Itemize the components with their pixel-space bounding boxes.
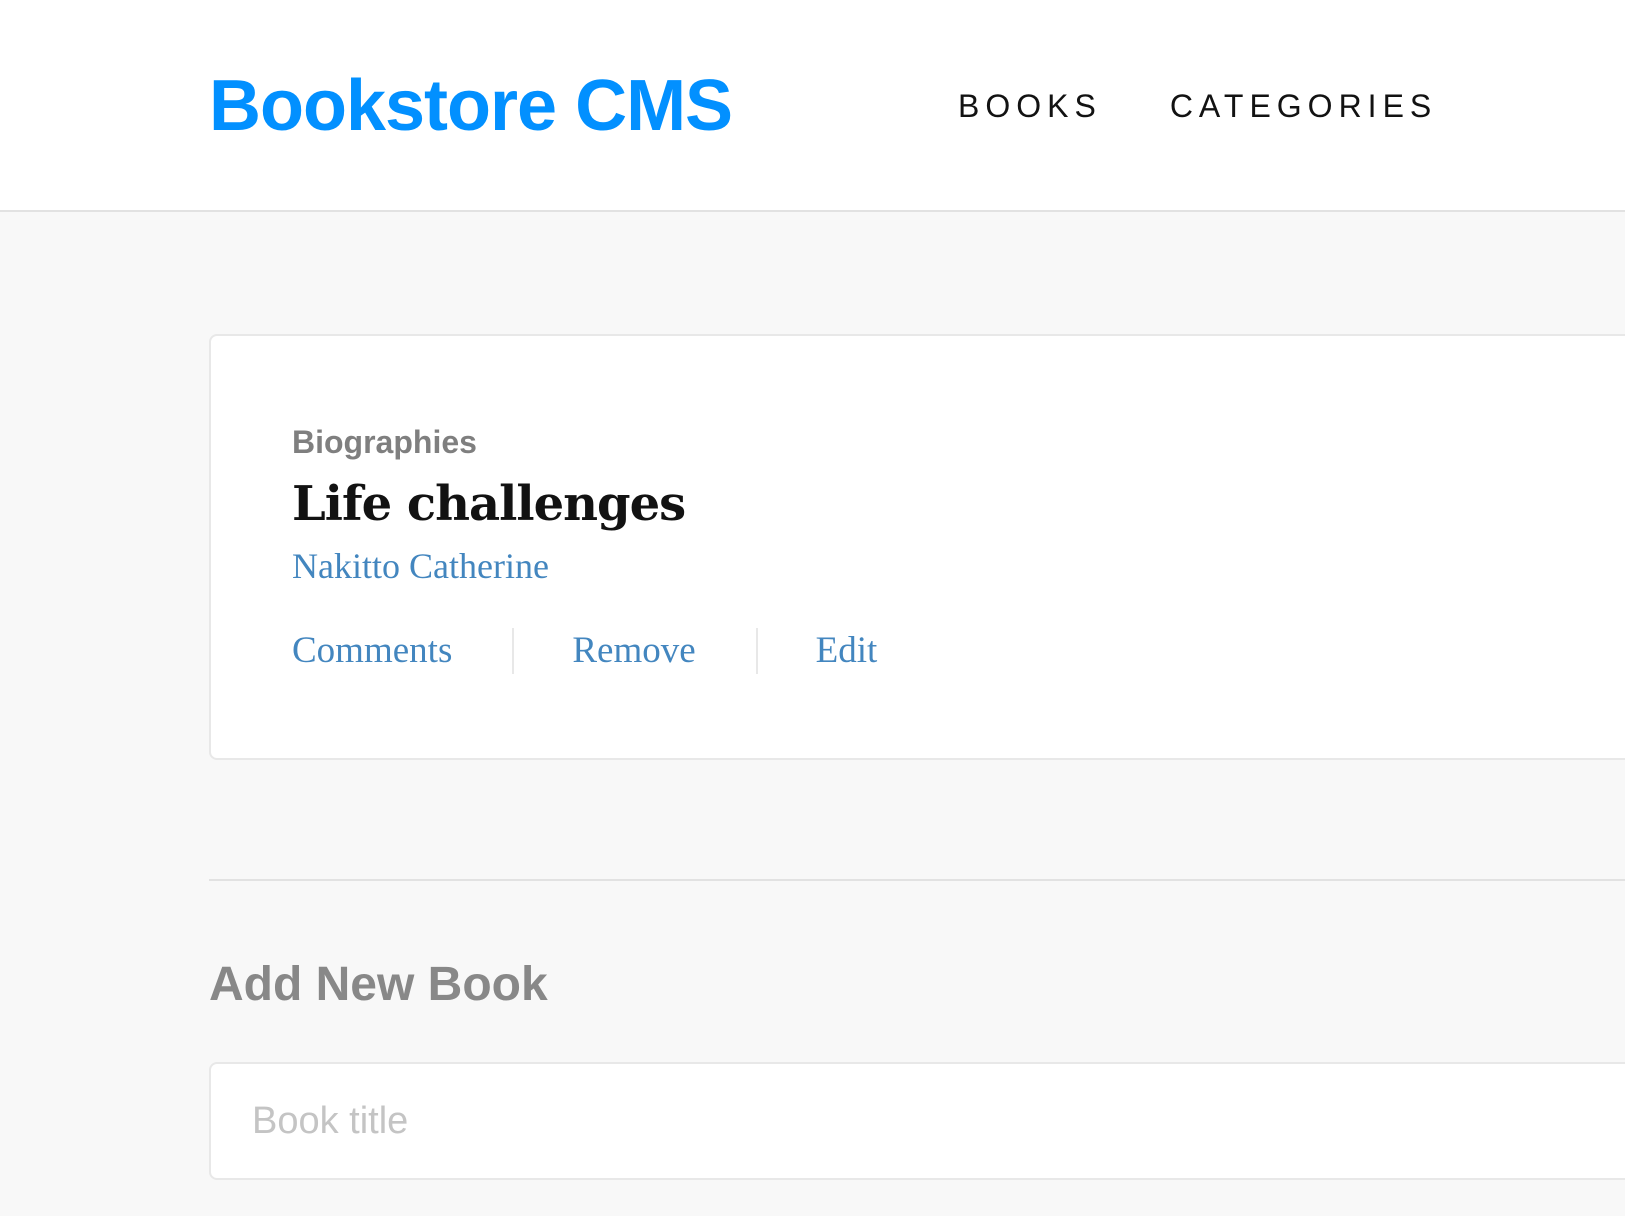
- remove-button[interactable]: Remove: [572, 629, 695, 673]
- nav-link-categories[interactable]: CATEGORIES: [1170, 86, 1437, 126]
- main-nav: BOOKS CATEGORIES: [958, 86, 1437, 126]
- comments-button[interactable]: Comments: [292, 629, 452, 673]
- action-separator: [512, 628, 515, 674]
- nav-link-books[interactable]: BOOKS: [958, 86, 1102, 126]
- book-title: Life challenges: [292, 476, 686, 532]
- book-category: Biographies: [292, 424, 477, 460]
- add-book-heading: Add New Book: [209, 958, 548, 1011]
- edit-button[interactable]: Edit: [816, 629, 878, 673]
- book-actions: Comments Remove Edit: [292, 628, 877, 674]
- action-separator: [755, 628, 758, 674]
- site-logo[interactable]: Bookstore CMS: [209, 62, 733, 150]
- site-header: Bookstore CMS BOOKS CATEGORIES: [0, 0, 1625, 212]
- book-card: Biographies Life challenges Nakitto Cath…: [209, 334, 1625, 760]
- book-title-input[interactable]: [209, 1062, 1625, 1180]
- section-divider: [209, 879, 1625, 881]
- book-author[interactable]: Nakitto Catherine: [292, 544, 549, 588]
